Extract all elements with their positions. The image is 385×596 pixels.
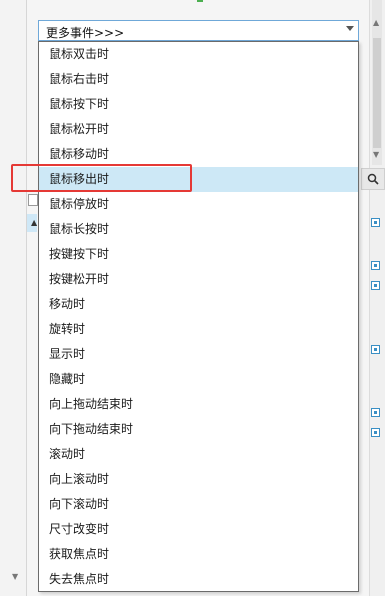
dropdown-item-on-hide[interactable]: 隐藏时	[39, 367, 358, 392]
left-panel	[0, 0, 27, 596]
node-marker-icon[interactable]	[371, 345, 380, 354]
node-marker-icon[interactable]	[371, 218, 380, 227]
dropdown-item-mouse-double-click[interactable]: 鼠标双击时	[39, 42, 358, 67]
status-indicator	[197, 0, 203, 2]
dropdown-item-scroll-up[interactable]: 向上滚动时	[39, 467, 358, 492]
dropdown-item-mouse-leave[interactable]: 鼠标移出时	[39, 167, 358, 192]
search-button[interactable]	[361, 168, 385, 190]
dropdown-item-on-move[interactable]: 移动时	[39, 292, 358, 317]
dropdown-item-on-show[interactable]: 显示时	[39, 342, 358, 367]
node-marker-icon[interactable]	[371, 281, 380, 290]
node-marker-icon[interactable]	[371, 408, 380, 417]
dropdown-item-mouse-right-click[interactable]: 鼠标右击时	[39, 67, 358, 92]
event-dropdown-list: 鼠标双击时 鼠标右击时 鼠标按下时 鼠标松开时 鼠标移动时 鼠标移出时 鼠标停放…	[38, 41, 359, 592]
tree-checkbox[interactable]	[28, 194, 38, 206]
tree-expand-icon[interactable]: ▲	[31, 218, 37, 227]
event-select[interactable]: 更多事件>>>	[38, 20, 359, 41]
dropdown-item-focus-lost[interactable]: 失去焦点时	[39, 567, 358, 592]
dropdown-item-key-down[interactable]: 按键按下时	[39, 242, 358, 267]
dropdown-item-scroll-down[interactable]: 向下滚动时	[39, 492, 358, 517]
dropdown-item-on-rotate[interactable]: 旋转时	[39, 317, 358, 342]
dropdown-item-focus-gained[interactable]: 获取焦点时	[39, 542, 358, 567]
scroll-up-icon[interactable]: ▲	[373, 18, 379, 27]
dropdown-item-mouse-move[interactable]: 鼠标移动时	[39, 142, 358, 167]
dropdown-item-key-up[interactable]: 按键松开时	[39, 267, 358, 292]
scrollbar-thumb[interactable]	[373, 38, 381, 148]
left-scroll-down-icon[interactable]: ▼	[12, 572, 18, 581]
dropdown-item-mouse-hover[interactable]: 鼠标停放时	[39, 192, 358, 217]
event-select-value: 更多事件>>>	[46, 26, 125, 40]
chevron-down-icon[interactable]	[346, 26, 354, 31]
dropdown-item-on-scroll[interactable]: 滚动时	[39, 442, 358, 467]
node-marker-icon[interactable]	[371, 261, 380, 270]
dropdown-item-drag-down-end[interactable]: 向下拖动结束时	[39, 417, 358, 442]
node-marker-icon[interactable]	[371, 428, 380, 437]
dropdown-item-mouse-long-press[interactable]: 鼠标长按时	[39, 217, 358, 242]
search-icon	[367, 173, 379, 185]
scroll-down-icon[interactable]: ▼	[373, 150, 379, 159]
dropdown-item-on-resize[interactable]: 尺寸改变时	[39, 517, 358, 542]
dropdown-item-drag-up-end[interactable]: 向上拖动结束时	[39, 392, 358, 417]
app-window: ▼ ▲ ▲ ▼ 更多事件>>> 鼠标双击时 鼠标右击时 鼠标按下时 鼠标松开时 …	[0, 0, 385, 596]
dropdown-item-mouse-up[interactable]: 鼠标松开时	[39, 117, 358, 142]
dropdown-item-mouse-down[interactable]: 鼠标按下时	[39, 92, 358, 117]
